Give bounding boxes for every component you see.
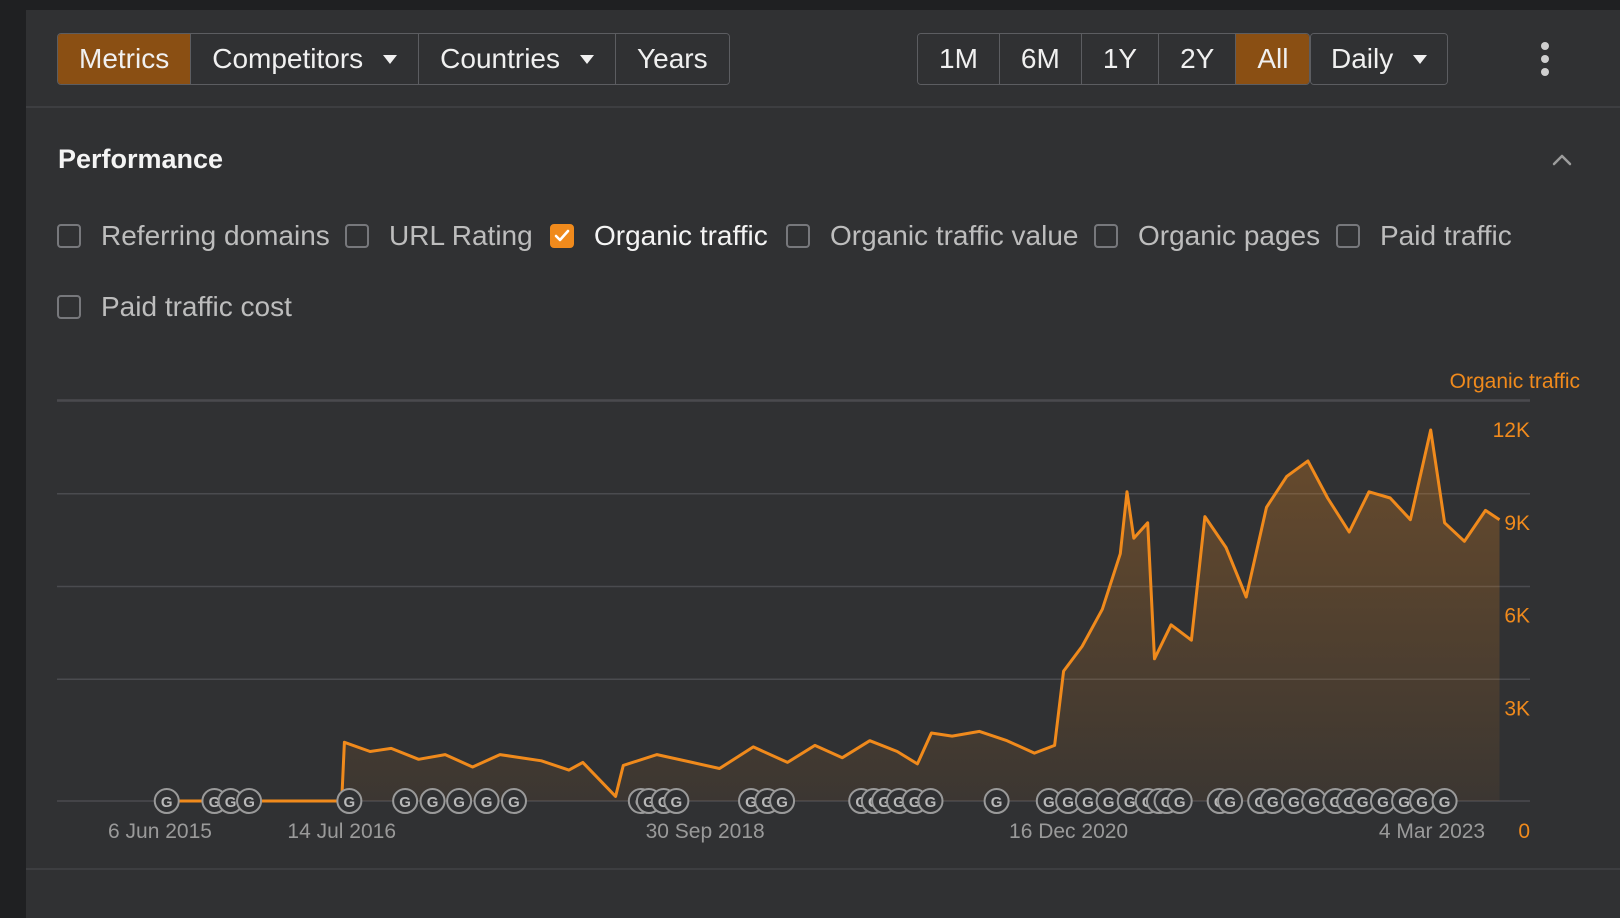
x-tick-label: 16 Dec 2020: [1009, 820, 1128, 843]
x-tick-label: 6 Jun 2015: [108, 820, 212, 843]
google-update-marker-icon[interactable]: G: [153, 788, 180, 814]
svg-text:G: G: [671, 794, 683, 811]
svg-text:G: G: [1267, 794, 1279, 811]
y-tick-label: 12K: [1493, 419, 1530, 442]
google-update-marker-icon[interactable]: G: [336, 788, 363, 814]
google-update-marker-icon[interactable]: G: [1217, 788, 1244, 814]
y-tick-label: 0: [1518, 820, 1530, 843]
y-tick-label: 6K: [1504, 605, 1530, 628]
svg-text:G: G: [1174, 794, 1186, 811]
svg-text:G: G: [225, 794, 237, 811]
svg-text:G: G: [1357, 794, 1369, 811]
google-update-marker-icon[interactable]: G: [1166, 788, 1193, 814]
svg-text:G: G: [1103, 794, 1115, 811]
google-update-marker-icon[interactable]: G: [917, 788, 944, 814]
x-tick-label: 4 Mar 2023: [1379, 820, 1485, 843]
organic-traffic-area: [160, 430, 1500, 801]
svg-text:G: G: [1062, 794, 1074, 811]
google-update-marker-icon[interactable]: G: [769, 788, 796, 814]
y-axis-title: Organic traffic: [1450, 370, 1580, 393]
x-tick-label: 14 Jul 2016: [287, 820, 396, 843]
google-update-marker-icon[interactable]: G: [500, 788, 527, 814]
svg-text:G: G: [1082, 794, 1094, 811]
svg-text:G: G: [1224, 794, 1236, 811]
google-update-marker-icon[interactable]: G: [473, 788, 500, 814]
svg-text:G: G: [481, 794, 493, 811]
svg-text:G: G: [1398, 794, 1410, 811]
y-tick-label: 9K: [1504, 512, 1530, 535]
x-tick-label: 30 Sep 2018: [646, 820, 765, 843]
svg-text:G: G: [508, 794, 520, 811]
svg-text:G: G: [399, 794, 411, 811]
svg-text:G: G: [925, 794, 937, 811]
svg-text:G: G: [453, 794, 465, 811]
svg-text:G: G: [1439, 794, 1451, 811]
svg-text:G: G: [427, 794, 439, 811]
svg-text:G: G: [161, 794, 173, 811]
google-update-marker-icon[interactable]: G: [983, 788, 1010, 814]
svg-text:G: G: [243, 794, 255, 811]
organic-traffic-chart: GGGGGGGGGGGGGGGGGGGGGGGGGGGGGGGGGGGGGGGG…: [57, 370, 1580, 843]
google-update-marker-icon[interactable]: G: [663, 788, 690, 814]
google-update-marker-icon[interactable]: G: [419, 788, 446, 814]
google-update-marker-icon[interactable]: G: [392, 788, 419, 814]
svg-text:G: G: [991, 794, 1003, 811]
svg-text:G: G: [344, 794, 356, 811]
svg-text:G: G: [776, 794, 788, 811]
svg-text:G: G: [1288, 794, 1300, 811]
google-update-marker-icon[interactable]: G: [1431, 788, 1458, 814]
google-update-marker-icon[interactable]: G: [236, 788, 263, 814]
svg-text:G: G: [1124, 794, 1136, 811]
y-tick-label: 3K: [1504, 697, 1530, 720]
svg-text:G: G: [1416, 794, 1428, 811]
google-update-marker-icon[interactable]: G: [446, 788, 473, 814]
google-update-marker-icon[interactable]: G: [1409, 788, 1436, 814]
svg-text:G: G: [1377, 794, 1389, 811]
svg-text:G: G: [1043, 794, 1055, 811]
svg-text:G: G: [1308, 794, 1320, 811]
